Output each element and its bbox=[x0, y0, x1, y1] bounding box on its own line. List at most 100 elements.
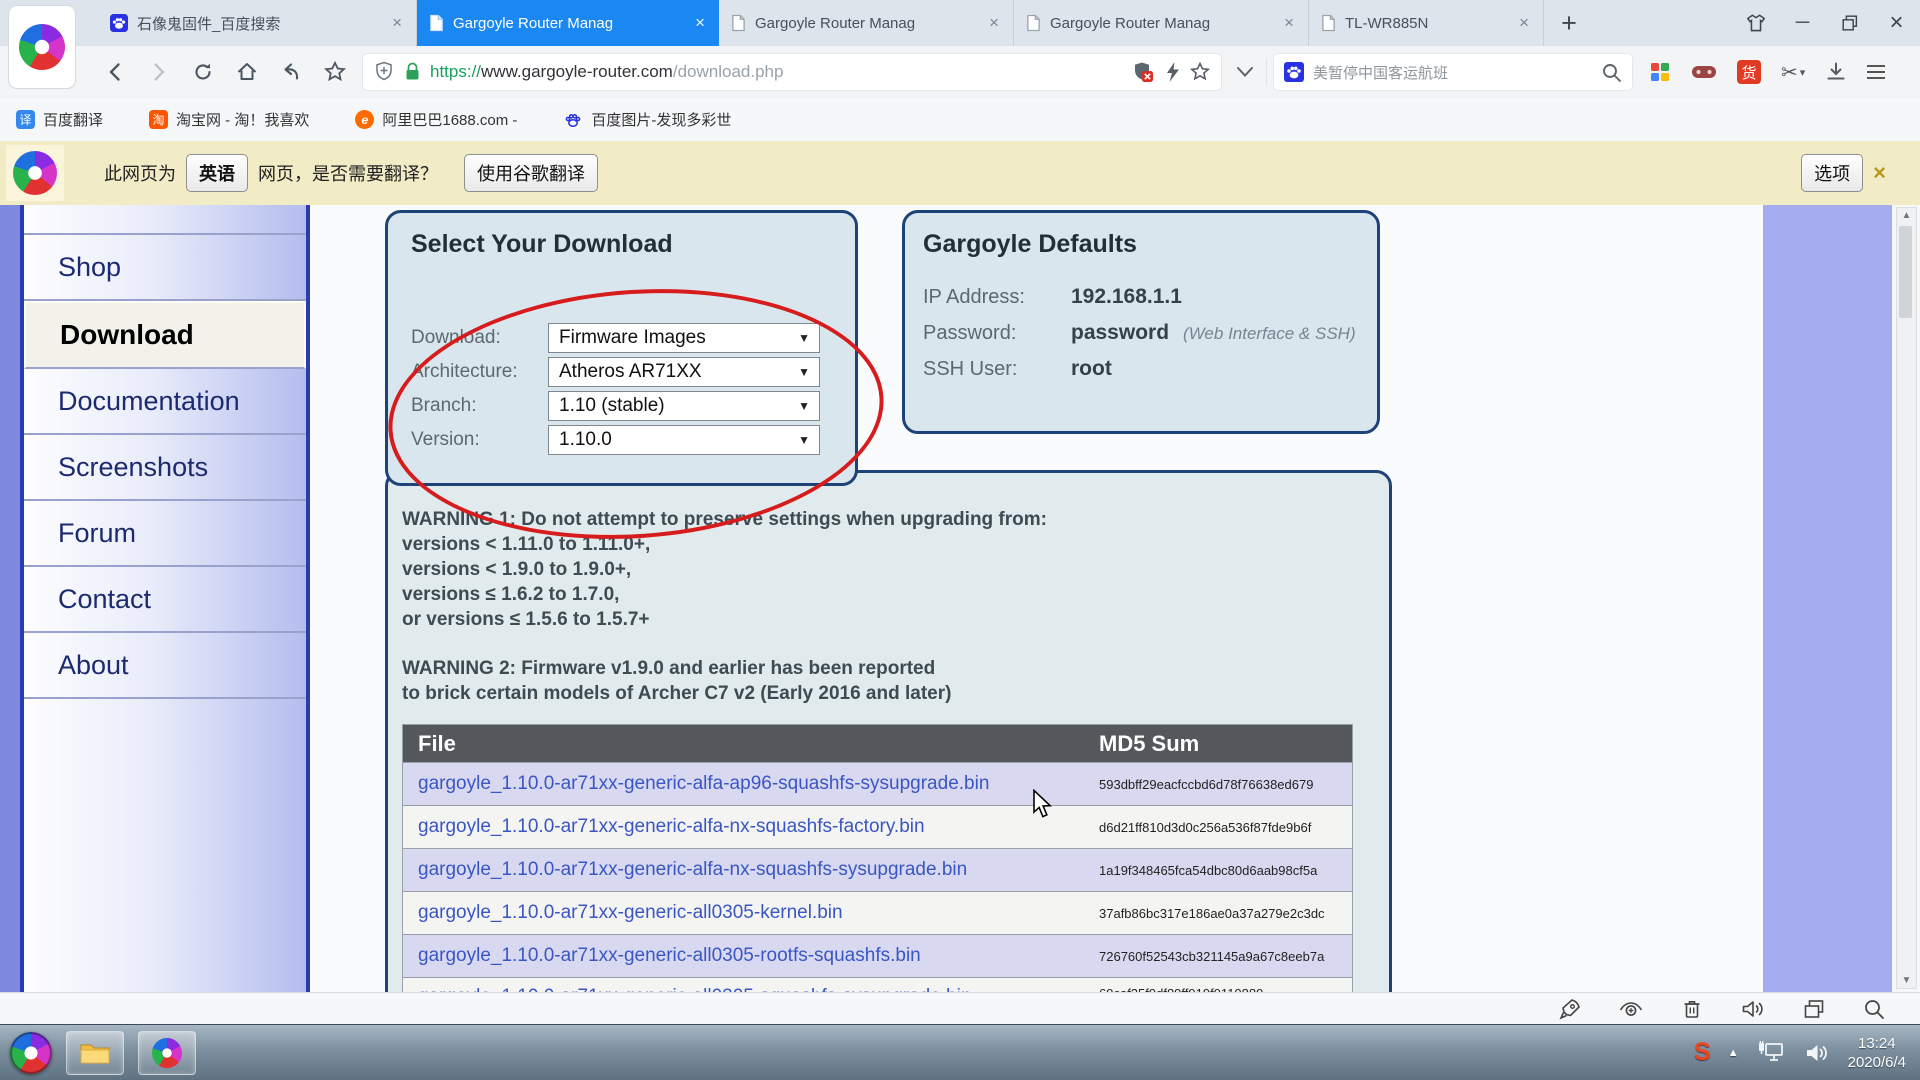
tab-close-icon[interactable]: × bbox=[1282, 13, 1296, 33]
tab-close-icon[interactable]: × bbox=[1517, 13, 1531, 33]
defaults-label: Password: bbox=[923, 322, 1017, 344]
sidebar-item-screenshots[interactable]: Screenshots bbox=[24, 435, 306, 501]
panel-title: Select Your Download bbox=[411, 230, 673, 258]
bookmark-taobao[interactable]: 淘 淘宝网 - 淘！我喜欢 bbox=[149, 109, 309, 130]
reload-icon[interactable] bbox=[188, 55, 218, 89]
options-button[interactable]: 选项 bbox=[1801, 154, 1864, 192]
screen: 石像鬼固件_百度搜索 × Gargoyle Router Manag × Gar… bbox=[0, 0, 1920, 1080]
browser-logo-button[interactable] bbox=[8, 5, 76, 89]
split-window-icon[interactable] bbox=[1802, 997, 1826, 1021]
tab-close-icon[interactable]: × bbox=[987, 13, 1001, 33]
scroll-down-arrow-icon[interactable]: ▼ bbox=[1897, 975, 1916, 986]
table-row: gargoyle_1.10.0-ar71xx-generic-all0305-r… bbox=[403, 934, 1352, 977]
app-grid-icon[interactable] bbox=[1649, 61, 1671, 83]
eye-protect-icon[interactable] bbox=[1618, 997, 1644, 1021]
download-manager-icon[interactable] bbox=[1825, 61, 1847, 83]
md5-value: 69caf35f9df89ff919f9110889 bbox=[1099, 978, 1352, 992]
start-button[interactable] bbox=[10, 1031, 52, 1074]
file-column-header: File bbox=[418, 730, 456, 756]
taskbar-clock[interactable]: 13:24 2020/6/4 bbox=[1848, 1034, 1906, 1072]
search-input[interactable]: 美暂停中国客运航班 bbox=[1313, 62, 1592, 83]
url-scheme: https:// bbox=[430, 62, 482, 81]
page-search-icon[interactable] bbox=[1862, 997, 1886, 1021]
back-icon[interactable] bbox=[100, 55, 130, 89]
close-window-button[interactable]: × bbox=[1873, 0, 1920, 46]
bookmarks-bar: 译 百度翻译 淘 淘宝网 - 淘！我喜欢 e 阿里巴巴1688.com - 百度… bbox=[0, 98, 1920, 141]
search-box[interactable]: 美暂停中国客运航班 bbox=[1273, 53, 1633, 91]
bookmark-star-icon[interactable] bbox=[1189, 61, 1211, 83]
sidebar-item-about[interactable]: About bbox=[24, 633, 306, 699]
bookmark-baidu-images[interactable]: 百度图片-发现多彩世 bbox=[563, 109, 731, 130]
file-link[interactable]: gargoyle_1.10.0-ar71xx-generic-alfa-ap96… bbox=[403, 773, 1099, 795]
menu-hamburger-icon[interactable] bbox=[1867, 65, 1886, 79]
file-link[interactable]: gargoyle_1.10.0-ar71xx-generic-alfa-nx-s… bbox=[403, 816, 1099, 838]
new-tab-button[interactable]: + bbox=[1544, 0, 1594, 46]
warnings-block: WARNING 1: Do not attempt to preserve se… bbox=[402, 507, 1047, 706]
tab-close-icon[interactable]: × bbox=[693, 13, 707, 33]
md5-value: 37afb86bc317e186ae0a37a279e2c3dc bbox=[1099, 905, 1325, 921]
scrollbar-thumb[interactable] bbox=[1899, 226, 1912, 318]
trash-icon[interactable] bbox=[1680, 997, 1704, 1021]
theme-skin-icon[interactable] bbox=[1732, 0, 1779, 46]
forward-icon[interactable] bbox=[144, 55, 174, 89]
vertical-scrollbar[interactable]: ▲ ▼ bbox=[1896, 207, 1917, 989]
sidebar-item-contact[interactable]: Contact bbox=[24, 567, 306, 633]
md5-value: 726760f52543cb321145a9a67c8eeb7a bbox=[1099, 948, 1325, 964]
sogou-input-icon[interactable]: S bbox=[1694, 1038, 1711, 1067]
table-header-row: File MD5 Sum bbox=[403, 725, 1352, 762]
game-center-icon[interactable] bbox=[1691, 62, 1717, 82]
warning2-line: WARNING 2: Firmware v1.9.0 and earlier h… bbox=[402, 658, 936, 679]
warning1-line: versions < 1.11.0 to 1.11.0+, bbox=[402, 534, 651, 555]
url-text[interactable]: https://www.gargoyle-router.com/download… bbox=[430, 62, 1123, 82]
google-translate-button[interactable]: 使用谷歌翻译 bbox=[464, 154, 598, 192]
cargo-extension-icon[interactable]: 货 bbox=[1737, 60, 1761, 84]
bookmark-baidu-translate[interactable]: 译 百度翻译 bbox=[16, 109, 103, 130]
address-dropdown-chevron-icon[interactable] bbox=[1230, 55, 1260, 89]
language-button[interactable]: 英语 bbox=[186, 154, 248, 192]
favorite-star-icon[interactable] bbox=[320, 55, 350, 89]
boost-rocket-icon[interactable] bbox=[1558, 997, 1582, 1021]
tab-gargoyle-2[interactable]: Gargoyle Router Manag × bbox=[719, 0, 1014, 46]
address-bar[interactable]: https://www.gargoyle-router.com/download… bbox=[362, 53, 1222, 91]
audio-speaker-icon[interactable] bbox=[1740, 997, 1766, 1021]
tray-expand-icon[interactable]: ▲ bbox=[1728, 1047, 1739, 1059]
screenshot-scissors-icon[interactable]: ✂ ▾ bbox=[1781, 60, 1805, 85]
sidebar-item-documentation[interactable]: Documentation bbox=[24, 369, 306, 435]
network-icon[interactable] bbox=[1756, 1040, 1786, 1066]
lightning-icon[interactable] bbox=[1163, 60, 1181, 84]
tab-title: 石像鬼固件_百度搜索 bbox=[137, 15, 281, 33]
file-link[interactable]: gargoyle_1.10.0-ar71xx-generic-all0305-k… bbox=[403, 902, 1099, 924]
tab-gargoyle-3[interactable]: Gargoyle Router Manag × bbox=[1014, 0, 1309, 46]
shield-add-icon[interactable] bbox=[373, 60, 395, 84]
sidebar-item-download[interactable]: Download bbox=[24, 301, 306, 369]
tab-baidu-search[interactable]: 石像鬼固件_百度搜索 × bbox=[98, 0, 417, 46]
home-icon[interactable] bbox=[232, 55, 262, 89]
sidebar-item-shop[interactable]: Shop bbox=[24, 235, 306, 301]
translate-close-icon[interactable]: × bbox=[1873, 160, 1886, 186]
gargoyle-defaults-panel: Gargoyle Defaults IP Address: 192.168.1.… bbox=[902, 210, 1380, 434]
page-content: ▲ ▼ Shop Download Documentation Screensh… bbox=[0, 205, 1920, 992]
browser-taskbar-button[interactable] bbox=[138, 1030, 196, 1075]
restore-button[interactable] bbox=[1826, 0, 1873, 46]
translate-prefix-text: 此网页为 bbox=[104, 164, 176, 184]
explorer-taskbar-button[interactable] bbox=[66, 1030, 124, 1075]
defaults-value: password bbox=[1071, 321, 1170, 344]
baidu-paw-icon bbox=[1284, 62, 1304, 82]
shield-blocked-icon[interactable] bbox=[1131, 60, 1155, 84]
scroll-up-arrow-icon[interactable]: ▲ bbox=[1897, 210, 1916, 221]
page-favicon-icon bbox=[429, 14, 444, 32]
minimize-button[interactable]: ─ bbox=[1779, 0, 1826, 46]
tab-close-icon[interactable]: × bbox=[390, 13, 404, 33]
file-link[interactable]: gargoyle_1.10.0-ar71xx-generic-alfa-nx-s… bbox=[403, 859, 1099, 881]
file-link[interactable]: gargoyle_1.10.0-ar71xx-generic-all0305-r… bbox=[403, 945, 1099, 967]
bookmark-alibaba-1688[interactable]: e 阿里巴巴1688.com - bbox=[355, 109, 517, 130]
window-controls: ─ × bbox=[1732, 0, 1920, 46]
file-link[interactable]: gargoyle_1.10.0-ar71xx-generic-all0305-s… bbox=[403, 978, 1099, 992]
volume-icon[interactable] bbox=[1803, 1040, 1831, 1066]
tab-tlwr885n[interactable]: TL-WR885N × bbox=[1309, 0, 1544, 46]
undo-icon[interactable] bbox=[276, 55, 306, 89]
search-magnifier-icon[interactable] bbox=[1601, 62, 1622, 83]
tab-gargoyle-active[interactable]: Gargoyle Router Manag × bbox=[417, 0, 719, 46]
panel-title: Gargoyle Defaults bbox=[923, 230, 1137, 258]
sidebar-item-forum[interactable]: Forum bbox=[24, 501, 306, 567]
